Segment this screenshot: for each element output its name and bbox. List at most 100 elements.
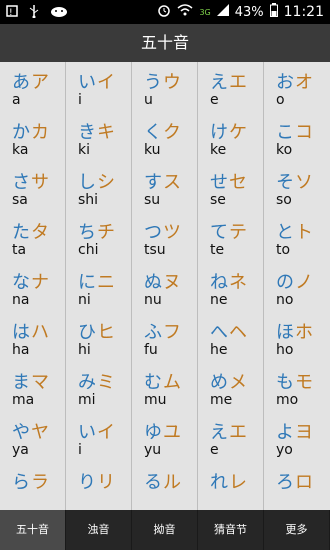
kana-pair: しシ (78, 168, 116, 194)
kana-cell[interactable]: にニ ni (66, 262, 132, 312)
kana-pair: そソ (276, 168, 314, 194)
kana-cell[interactable]: とト to (264, 212, 330, 262)
kana-pair: いイ (78, 418, 116, 444)
kana-cell[interactable]: ちチ chi (66, 212, 132, 262)
kana-cell[interactable]: ぬヌ nu (132, 262, 198, 312)
kana-cell[interactable]: よヨ yo (264, 412, 330, 462)
katakana-char: チ (97, 222, 116, 243)
kana-cell[interactable]: もモ mo (264, 362, 330, 412)
romaji-label: su (144, 192, 161, 208)
kana-cell[interactable]: のノ no (264, 262, 330, 312)
kana-pair: るル (144, 468, 182, 494)
katakana-char: サ (31, 172, 50, 193)
status-bar: ! 3G 43% 11:21 (0, 0, 330, 24)
kana-cell[interactable]: せセ se (198, 162, 264, 212)
kana-cell[interactable]: へヘ he (198, 312, 264, 362)
kana-cell[interactable]: はハ ha (0, 312, 66, 362)
kana-cell[interactable]: ろロ (264, 462, 330, 510)
kana-cell[interactable]: ひヒ hi (66, 312, 132, 362)
tab-4[interactable]: 更多 (264, 510, 330, 550)
hiragana-char: つ (144, 222, 163, 243)
kana-cell[interactable]: なナ na (0, 262, 66, 312)
kana-pair: れレ (210, 468, 248, 494)
kana-cell[interactable]: ほホ ho (264, 312, 330, 362)
kana-cell[interactable]: あア a (0, 62, 66, 112)
hiragana-char: む (144, 372, 163, 393)
kana-cell[interactable]: くク ku (132, 112, 198, 162)
kana-cell[interactable]: たタ ta (0, 212, 66, 262)
katakana-char: オ (295, 72, 314, 93)
katakana-char: ホ (295, 322, 314, 343)
hiragana-char: こ (276, 122, 295, 143)
kana-row: まマ ma みミ mi むム mu めメ me もモ mo (0, 362, 330, 412)
kana-cell[interactable]: るル (132, 462, 198, 510)
romaji-label: o (276, 92, 285, 108)
hiragana-char: そ (276, 172, 295, 193)
kana-row: さサ sa しシ shi すス su せセ se そソ so (0, 162, 330, 212)
kana-cell[interactable]: ふフ fu (132, 312, 198, 362)
kana-cell[interactable]: しシ shi (66, 162, 132, 212)
kana-cell[interactable]: やヤ ya (0, 412, 66, 462)
romaji-label: ka (12, 142, 29, 158)
hiragana-char: り (78, 472, 97, 493)
romaji-label: a (12, 92, 21, 108)
katakana-char: ト (295, 222, 314, 243)
kana-cell[interactable]: つツ tsu (132, 212, 198, 262)
kana-cell[interactable]: けケ ke (198, 112, 264, 162)
kana-cell[interactable]: きキ ki (66, 112, 132, 162)
tab-3[interactable]: 猜音节 (198, 510, 264, 550)
romaji-label: e (210, 442, 219, 458)
romaji-label: na (12, 292, 30, 308)
hiragana-char: ね (210, 272, 229, 293)
kana-cell[interactable]: まマ ma (0, 362, 66, 412)
kana-cell[interactable]: おオ o (264, 62, 330, 112)
tab-2[interactable]: 拗音 (132, 510, 198, 550)
kana-cell[interactable]: めメ me (198, 362, 264, 412)
kana-cell[interactable]: りリ (66, 462, 132, 510)
hiragana-char: や (12, 422, 31, 443)
kana-cell[interactable]: てテ te (198, 212, 264, 262)
kana-pair: よヨ (276, 418, 314, 444)
kana-cell[interactable]: ゆユ yu (132, 412, 198, 462)
romaji-label: ku (144, 142, 161, 158)
tab-1[interactable]: 浊音 (66, 510, 132, 550)
katakana-char: ナ (31, 272, 50, 293)
kana-cell[interactable]: らラ (0, 462, 66, 510)
kana-cell[interactable]: ねネ ne (198, 262, 264, 312)
kana-pair: のノ (276, 268, 314, 294)
hiragana-char: ち (78, 222, 97, 243)
hiragana-char: も (276, 372, 295, 393)
app-notification-icon (50, 5, 68, 21)
kana-pair: みミ (78, 368, 116, 394)
kana-pair: てテ (210, 218, 248, 244)
kana-cell[interactable]: みミ mi (66, 362, 132, 412)
kana-cell[interactable]: こコ ko (264, 112, 330, 162)
romaji-label: ni (78, 292, 91, 308)
romaji-label: e (210, 92, 219, 108)
kana-cell[interactable]: えエ e (198, 412, 264, 462)
kana-cell[interactable]: さサ sa (0, 162, 66, 212)
kana-row: やヤ ya いイ i ゆユ yu えエ e よヨ yo (0, 412, 330, 462)
katakana-char: ネ (229, 272, 248, 293)
system-indicators: 3G 43% 11:21 (157, 3, 324, 21)
romaji-label: chi (78, 242, 99, 258)
kana-pair: えエ (210, 418, 248, 444)
kana-cell[interactable]: そソ so (264, 162, 330, 212)
kana-cell[interactable]: むム mu (132, 362, 198, 412)
hiragana-char: え (210, 422, 229, 443)
katakana-char: ユ (163, 422, 182, 443)
kana-cell[interactable]: かカ ka (0, 112, 66, 162)
kana-cell[interactable]: すス su (132, 162, 198, 212)
kana-cell[interactable]: いイ i (66, 62, 132, 112)
romaji-label: ki (78, 142, 90, 158)
katakana-char: エ (229, 72, 248, 93)
hiragana-char: さ (12, 172, 31, 193)
kana-cell[interactable]: うウ u (132, 62, 198, 112)
kana-pair: ねネ (210, 268, 248, 294)
kana-cell[interactable]: れレ (198, 462, 264, 510)
tab-0[interactable]: 五十音 (0, 510, 66, 550)
kana-pair: えエ (210, 68, 248, 94)
hiragana-char: し (78, 172, 97, 193)
kana-cell[interactable]: えエ e (198, 62, 264, 112)
kana-cell[interactable]: いイ i (66, 412, 132, 462)
